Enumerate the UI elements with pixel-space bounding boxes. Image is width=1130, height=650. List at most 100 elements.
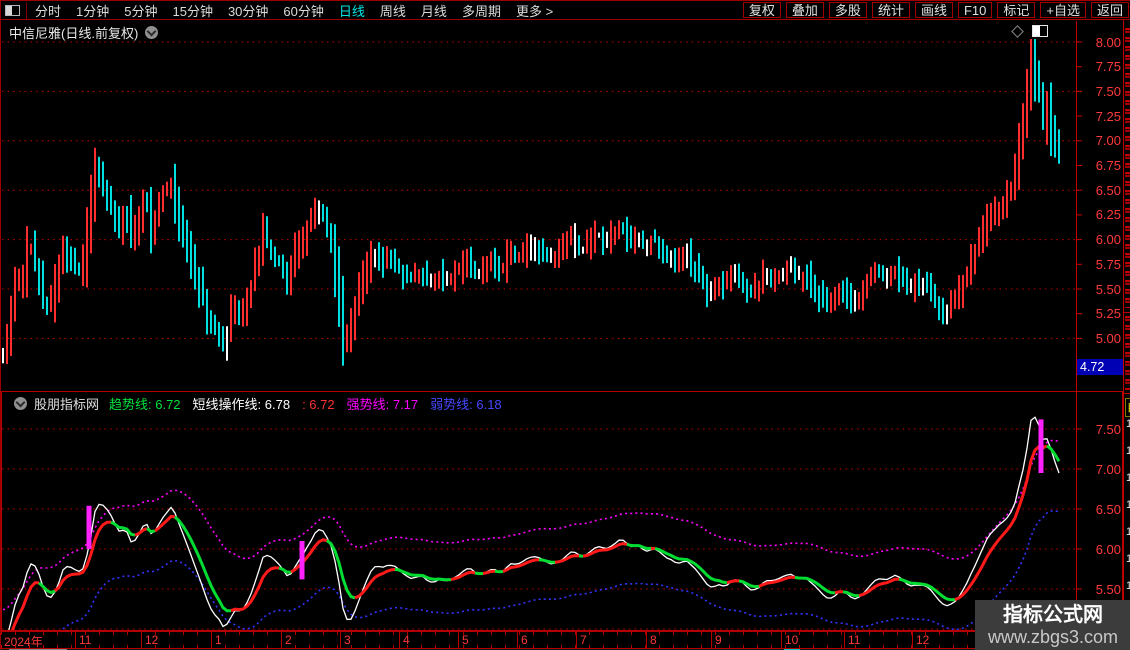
month-label: 7 [580,633,587,647]
toolbar-button-多股[interactable]: 多股 [828,2,867,18]
period-tab-60分钟[interactable]: 60分钟 [283,1,323,20]
month-divider [75,632,76,648]
period-tab-分时[interactable]: 分时 [35,1,61,20]
sidebar-badge[interactable]: 自 [1125,398,1130,417]
axis-minor-ticks [1,632,1123,635]
month-divider [646,632,647,648]
indicator-price-label: 7.50 [1095,421,1121,437]
readout-value: : 6.72 [302,397,335,412]
watermark: 指标公式网 www.zbgs3.com [975,600,1130,650]
sidebar-digit: 1 [1126,499,1130,511]
month-label: 11 [848,633,861,647]
period-tabs: 分时 1分钟 5分钟 15分钟 30分钟 60分钟 日线 周线 月线 多周期 更多 > [35,1,553,20]
period-tab-周线[interactable]: 周线 [380,1,406,20]
main-price-label: 6.50 [1095,182,1121,198]
sidebar-digit: 1 [1126,580,1130,592]
month-divider [211,632,212,648]
toolbar-divider [26,1,27,19]
indicator-source-label: 股朋指标网 [34,397,100,412]
month-label: 10 [785,633,799,647]
month-divider [781,632,782,648]
diamond-icon[interactable] [1011,24,1024,38]
indicator-price-label: 7.00 [1095,461,1121,477]
time-axis: 2024年 11 12 1 2 3 4 5 6 7 8 9 10 11 12 [1,631,1123,649]
main-price-label: 7.00 [1095,133,1121,149]
month-label: 12 [145,633,159,647]
toolbar-button-返回[interactable]: 返回 [1090,2,1129,18]
main-price-label: 8.00 [1095,34,1121,50]
month-label: 6 [521,633,528,647]
indicator-price-label: 6.50 [1095,501,1121,517]
month-label: 11 [79,633,92,647]
period-tab-30分钟[interactable]: 30分钟 [228,1,268,20]
month-divider [576,632,577,648]
window-split-icon[interactable] [5,4,20,16]
top-toolbar: 分时 1分钟 5分钟 15分钟 30分钟 60分钟 日线 周线 月线 多周期 更多 > 复权 叠加 多股… [1,1,1130,20]
period-tab-日线[interactable]: 日线 [339,1,365,20]
month-divider [711,632,712,648]
indicator-readouts: 趋势线: 6.72 短线操作线: 6.78 : 6.72 强势线: 7.17 弱势线: … [109,394,514,413]
app-window: 分时 1分钟 5分钟 15分钟 30分钟 60分钟 日线 周线 月线 多周期 更多 > 复权 叠加 多股… [0,0,1130,650]
month-divider [141,632,142,648]
month-divider [517,632,518,648]
sidebar-glyph-texture [1125,28,1130,308]
sidebar-digit: 1 [1126,553,1130,565]
toolbar-button-F10[interactable]: F10 [957,2,993,18]
main-price-label: 5.75 [1095,256,1121,272]
sidebar-glyph-texture [1125,316,1130,390]
right-sidebar-strip[interactable]: 自 1 1 1 1 1 1 1 [1123,20,1130,650]
readout-趋势线: 趋势线: 6.72 [109,397,181,412]
readout-短线操作线: 短线操作线: 6.78 [192,397,291,412]
split-pane-icon[interactable] [1032,25,1048,37]
month-divider [399,632,400,648]
toolbar-button-统计[interactable]: 统计 [871,2,910,18]
period-tab-1分钟[interactable]: 1分钟 [76,1,109,20]
chart-title: 中信尼雅(日线.前复权) [9,26,139,41]
sidebar-divider [1124,312,1130,313]
indicator-price-label: 5.50 [1095,581,1121,597]
watermark-url: www.zbgs3.com [987,626,1119,647]
main-price-label: 6.75 [1095,158,1121,173]
sidebar-digit: 1 [1126,472,1130,484]
month-label: 12 [916,633,930,647]
main-price-label: 5.50 [1095,281,1121,297]
month-divider [844,632,845,648]
readout-强势线: 强势线: 7.17 [346,397,419,412]
month-divider [458,632,459,648]
sidebar-divider [1124,393,1130,394]
main-price-label: 7.25 [1095,108,1121,124]
last-price-badge: 4.72 [1077,359,1123,375]
period-tab-多周期[interactable]: 多周期 [462,1,501,20]
indicator-header: 股朋指标网 趋势线: 6.72 短线操作线: 6.78 : 6.72 强势线: 7.1… [7,394,514,413]
period-tab-月线[interactable]: 月线 [421,1,447,20]
sidebar-digit: 1 [1126,526,1130,538]
month-label: 4 [403,633,410,647]
main-price-label: 7.75 [1095,59,1121,75]
indicator-panel[interactable]: 股朋指标网 趋势线: 6.72 短线操作线: 6.78 : 6.72 强势线: 7.1… [1,391,1123,631]
period-tab-更多 >[interactable]: 更多 > [516,1,553,20]
period-tab-5分钟[interactable]: 5分钟 [124,1,157,20]
toolbar-button-+自选[interactable]: +自选 [1040,2,1086,18]
toolbar-button-画线[interactable]: 画线 [914,2,953,18]
readout-弱势线: 弱势线: 6.18 [430,397,502,412]
chart-corner-icons [1011,24,1048,38]
month-divider [281,632,282,648]
main-price-label: 5.25 [1095,306,1121,322]
month-label: 3 [344,633,351,647]
main-price-label: 5.00 [1095,330,1121,346]
main-price-label: 6.00 [1095,232,1121,248]
chart-title-row: 中信尼雅(日线.前复权) [9,23,159,42]
toolbar-buttons: 复权 叠加 多股 统计 画线 F10 标记 +自选 返回 [742,2,1130,18]
main-price-label: 7.50 [1095,83,1121,99]
year-label: 2024年 [4,635,43,649]
month-divider [340,632,341,648]
toolbar-button-复权[interactable]: 复权 [742,2,781,18]
chevron-down-icon[interactable] [145,26,159,39]
toolbar-button-标记[interactable]: 标记 [997,2,1036,18]
toolbar-button-叠加[interactable]: 叠加 [785,2,824,18]
month-label: 1 [215,633,222,647]
main-chart-panel[interactable]: 中信尼雅(日线.前复权) [1,20,1123,391]
sidebar-digit: 1 [1126,418,1130,430]
period-tab-15分钟[interactable]: 15分钟 [172,1,212,20]
chevron-down-icon[interactable] [14,397,27,410]
